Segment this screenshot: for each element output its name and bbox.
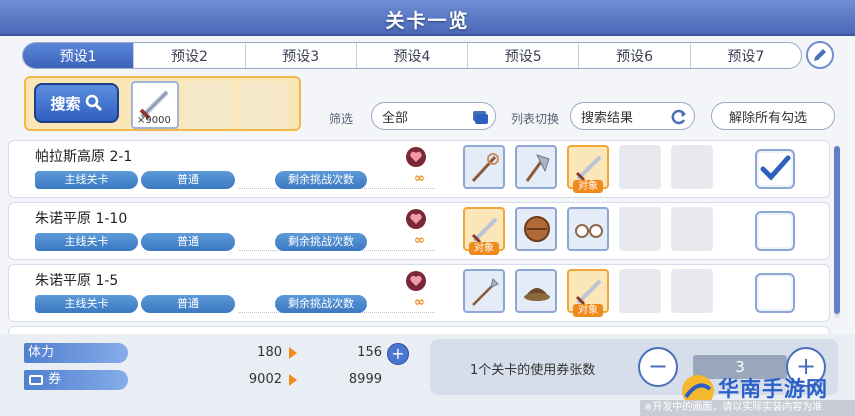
quest-checkbox[interactable] <box>755 273 795 313</box>
filter-label: 筛选 <box>329 112 354 126</box>
heart-icon <box>406 147 426 167</box>
glasses-icon <box>575 224 603 238</box>
ticket-current: 9002 <box>248 372 282 387</box>
edit-preset-button[interactable] <box>806 41 834 69</box>
search-icon <box>85 94 102 112</box>
tab-preset-5[interactable]: 预设5 <box>468 43 580 68</box>
quest-type-badge: 主线关卡 <box>35 295 138 313</box>
drop-item-empty <box>619 269 661 313</box>
list-scrollbar-thumb[interactable] <box>834 146 840 314</box>
heart-icon <box>406 271 426 291</box>
drop-item-staff[interactable] <box>463 145 505 189</box>
quest-type-badge: 主线关卡 <box>35 171 138 189</box>
arrow-right-icon <box>289 347 297 359</box>
quest-list: 帕拉斯高原 2-1 主线关卡 普通 剩余挑战次数 ∞ 对象 朱诺平原 1-10 … <box>8 140 830 334</box>
search-item-slot-empty[interactable] <box>239 81 287 129</box>
remaining-attempts-value: ∞ <box>414 171 425 186</box>
stamina-after: 156 <box>357 345 382 360</box>
target-badge: 对象 <box>469 242 499 255</box>
search-button[interactable]: 搜索 <box>34 83 119 123</box>
tab-preset-3[interactable]: 预设3 <box>246 43 357 68</box>
checkmark-icon <box>760 155 791 181</box>
arrow-right-icon <box>289 374 297 386</box>
decrease-button[interactable]: − <box>638 347 678 387</box>
title-bar: 关卡一览 <box>0 0 855 36</box>
drop-item-sword-target[interactable]: 对象 <box>463 207 505 255</box>
spear-icon <box>472 278 499 306</box>
search-button-label: 搜索 <box>50 94 81 113</box>
drop-item-spear[interactable] <box>463 269 505 313</box>
quest-difficulty-badge: 普通 <box>141 171 235 189</box>
quest-row[interactable]: 朱诺平原 1-10 主线关卡 普通 剩余挑战次数 ∞ 对象 <box>8 202 830 260</box>
watermark-footer: ※开发中的画面，请以实际实装内容为准 <box>640 400 855 416</box>
filter-dropdown[interactable]: 全部 <box>371 102 496 130</box>
list-switch-label: 列表切换 <box>511 112 560 126</box>
tab-preset-6[interactable]: 预设6 <box>579 43 691 68</box>
drop-item-empty <box>619 207 661 251</box>
quest-row[interactable]: 帕拉斯高原 2-1 主线关卡 普通 剩余挑战次数 ∞ 对象 <box>8 140 830 198</box>
remaining-attempts-value: ∞ <box>414 233 425 248</box>
drop-item-empty <box>619 145 661 189</box>
quest-checkbox-checked[interactable] <box>755 149 795 189</box>
stamina-label: 体力 <box>24 343 128 363</box>
search-panel: 搜索 ×9000 <box>24 76 301 131</box>
drop-item-empty <box>671 145 713 189</box>
drop-item-empty <box>671 207 713 251</box>
add-stamina-button[interactable]: + <box>387 343 409 365</box>
remaining-attempts-label: 剩余挑战次数 <box>275 295 367 313</box>
quest-row[interactable]: 朱诺平原 1-5 主线关卡 普通 剩余挑战次数 ∞ 对象 <box>8 264 830 322</box>
quest-list-screen: 关卡一览 预设1 预设2 预设3 预设4 预设5 预设6 预设7 搜索 ×900… <box>0 0 855 416</box>
quest-row-partial[interactable] <box>8 326 830 334</box>
ticket-label: 券 <box>24 370 128 390</box>
ticket-usage-label: 1个关卡的使用券张数 <box>470 363 596 378</box>
drop-item-sword-target[interactable]: 对象 <box>567 145 609 193</box>
target-badge: 对象 <box>573 304 603 317</box>
remaining-attempts-value: ∞ <box>414 295 425 310</box>
quest-difficulty-badge: 普通 <box>141 233 235 251</box>
tab-preset-2[interactable]: 预设2 <box>134 43 246 68</box>
drop-item-empty <box>671 269 713 313</box>
axe-icon <box>525 154 550 182</box>
ticket-after: 8999 <box>348 372 382 387</box>
filter-value: 全部 <box>382 110 409 126</box>
quest-name: 朱诺平原 1-10 <box>35 211 128 227</box>
drop-item-glasses[interactable] <box>567 207 609 251</box>
shield-icon <box>524 216 550 242</box>
remaining-attempts-label: 剩余挑战次数 <box>275 171 367 189</box>
clear-all-checks-button[interactable]: 解除所有勾选 <box>711 102 835 130</box>
tab-preset-7[interactable]: 预设7 <box>691 43 801 68</box>
drop-item-axe[interactable] <box>515 145 557 189</box>
stamina-current: 180 <box>257 345 282 360</box>
preset-tabs: 预设1 预设2 预设3 预设4 预设5 预设6 预设7 <box>22 42 802 69</box>
tab-preset-1[interactable]: 预设1 <box>23 43 135 68</box>
staff-icon <box>471 153 499 183</box>
quest-name: 帕拉斯高原 2-1 <box>35 149 133 165</box>
drop-item-shield[interactable] <box>515 207 557 251</box>
list-switch-button[interactable]: 搜索结果 <box>570 102 695 130</box>
quest-difficulty-badge: 普通 <box>141 295 235 313</box>
heart-icon <box>406 209 426 229</box>
tab-preset-4[interactable]: 预设4 <box>357 43 469 68</box>
list-switch-value: 搜索结果 <box>581 110 634 126</box>
pencil-icon <box>814 49 826 61</box>
quest-checkbox[interactable] <box>755 211 795 251</box>
quest-type-badge: 主线关卡 <box>35 233 138 251</box>
list-scrollbar[interactable] <box>834 146 840 318</box>
hat-icon <box>524 288 550 301</box>
ticket-icon <box>29 374 43 385</box>
drop-item-hat[interactable] <box>515 269 557 313</box>
quest-name: 朱诺平原 1-5 <box>35 273 119 289</box>
refresh-icon <box>671 109 686 125</box>
search-item-count: ×9000 <box>137 115 171 126</box>
window-icon <box>473 111 488 124</box>
remaining-attempts-label: 剩余挑战次数 <box>275 233 367 251</box>
watermark-brand: 华南手游网 <box>718 377 828 401</box>
ticket-label-text: 券 <box>48 372 62 387</box>
drop-item-sword-target[interactable]: 对象 <box>567 269 609 317</box>
page-title: 关卡一览 <box>385 10 470 32</box>
target-badge: 对象 <box>573 180 603 193</box>
search-item-slot[interactable]: ×9000 <box>131 81 179 129</box>
search-item-slot-empty[interactable] <box>185 81 233 129</box>
